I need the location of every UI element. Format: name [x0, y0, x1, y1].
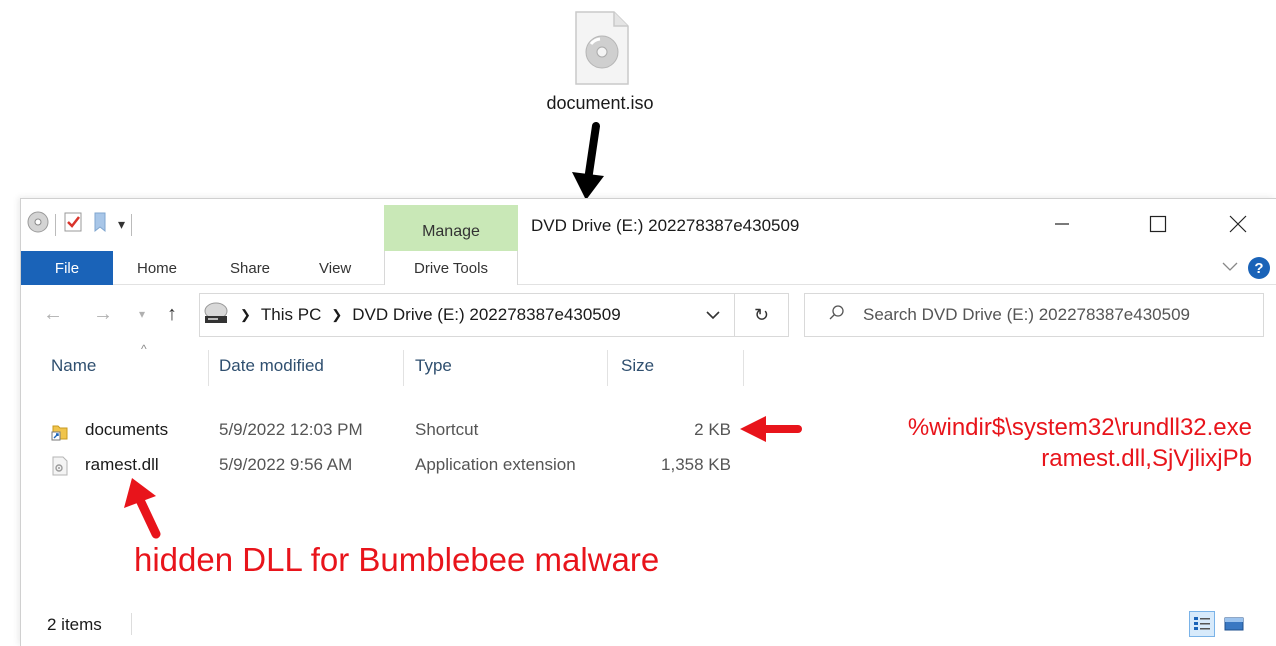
- large-icons-view-icon[interactable]: [1221, 611, 1247, 637]
- status-bar: 2 items: [21, 611, 1276, 646]
- close-button[interactable]: [1215, 209, 1261, 239]
- file-date: 5/9/2022 12:03 PM: [219, 420, 363, 439]
- file-size: 1,358 KB: [661, 455, 731, 474]
- file-type: Application extension: [415, 455, 576, 474]
- expand-ribbon-icon[interactable]: [1222, 259, 1238, 277]
- column-name[interactable]: Name: [51, 356, 96, 376]
- breadcrumb-separator-icon: ❯: [331, 307, 343, 322]
- maximize-button[interactable]: [1135, 209, 1181, 239]
- dvd-drive-icon[interactable]: [27, 211, 49, 238]
- tab-file[interactable]: File: [21, 251, 113, 285]
- minimize-button[interactable]: [1039, 209, 1085, 239]
- dvd-rom-icon: [202, 299, 230, 332]
- shortcut-icon: [51, 421, 69, 441]
- details-view-icon[interactable]: [1189, 611, 1215, 637]
- dll-annotation: hidden DLL for Bumblebee malware: [134, 541, 660, 578]
- file-date: 5/9/2022 9:56 AM: [219, 455, 353, 474]
- search-icon: [829, 304, 845, 326]
- annotation-line: ramest.dll,SjVjlixjPb: [1041, 445, 1252, 472]
- forward-arrow-icon[interactable]: →: [93, 303, 113, 326]
- customize-toolbar-icon[interactable]: ▾: [118, 216, 125, 233]
- iso-file-icon[interactable]: [570, 10, 632, 86]
- refresh-button[interactable]: ↻: [735, 293, 789, 337]
- window-title: DVD Drive (E:) 202278387e430509: [531, 216, 800, 235]
- column-date-modified[interactable]: Date modified: [219, 356, 324, 376]
- tab-share[interactable]: Share: [230, 251, 270, 285]
- iso-file-label[interactable]: document.iso: [520, 93, 680, 114]
- back-arrow-icon[interactable]: ←: [43, 303, 63, 326]
- file-row-documents[interactable]: documents 5/9/2022 12:03 PM Shortcut 2 K…: [21, 416, 751, 444]
- file-name[interactable]: documents: [85, 420, 168, 440]
- breadcrumb-this-pc[interactable]: This PC: [261, 305, 321, 325]
- red-arrow-left-icon: [738, 414, 802, 449]
- navigation-bar: ← → ▾ ↑ ❯ This PC ❯ DVD Drive (E:) 20227…: [21, 293, 1276, 337]
- help-icon[interactable]: ?: [1248, 257, 1270, 279]
- dll-file-icon: [51, 456, 69, 476]
- breadcrumb-separator-icon: ❯: [240, 307, 251, 322]
- red-arrow-up-icon: [120, 476, 170, 545]
- black-arrow-icon: [566, 122, 610, 209]
- column-divider[interactable]: [607, 350, 608, 386]
- up-arrow-icon[interactable]: ↑: [167, 303, 177, 326]
- tab-manage[interactable]: Manage: [384, 205, 518, 251]
- ribbon-controls: ?: [1222, 257, 1270, 279]
- toolbar-separator: [131, 213, 133, 236]
- item-count: 2 items: [47, 615, 102, 634]
- column-divider[interactable]: [208, 350, 209, 386]
- properties-icon[interactable]: [62, 211, 84, 238]
- file-name[interactable]: ramest.dll: [85, 455, 159, 475]
- file-type: Shortcut: [415, 420, 479, 439]
- search-box[interactable]: Search DVD Drive (E:) 202278387e430509: [804, 293, 1264, 337]
- column-divider[interactable]: [403, 350, 404, 386]
- tab-view[interactable]: View: [319, 251, 351, 285]
- column-headers: ^ Name Date modified Type Size: [21, 342, 1276, 388]
- recent-locations-icon[interactable]: ▾: [139, 307, 145, 321]
- sort-ascending-icon: ^: [141, 342, 147, 356]
- annotation-line: %windir$\system32\rundll32.exe: [907, 414, 1252, 441]
- new-folder-icon[interactable]: [90, 211, 112, 238]
- status-divider: [131, 613, 132, 635]
- shortcut-target-annotation: %windir$\system32\rundll32.exe ramest.dl…: [908, 412, 1252, 474]
- toolbar-separator: [55, 213, 56, 236]
- tab-drive-tools[interactable]: Drive Tools: [384, 251, 518, 285]
- address-dropdown-icon[interactable]: [706, 307, 720, 323]
- title-bar: ▾ Manage DVD Drive (E:) 202278387e430509: [21, 199, 1276, 251]
- address-bar[interactable]: ❯ This PC ❯ DVD Drive (E:) 202278387e430…: [199, 293, 735, 337]
- column-type[interactable]: Type: [415, 356, 452, 376]
- quick-access-toolbar: ▾: [27, 211, 133, 238]
- column-size[interactable]: Size: [621, 356, 654, 376]
- file-size: 2 KB: [694, 420, 731, 439]
- column-divider[interactable]: [743, 350, 744, 386]
- ribbon-tabs: File Home Share View Drive Tools ?: [21, 251, 1276, 285]
- tab-home[interactable]: Home: [137, 251, 177, 285]
- search-placeholder: Search DVD Drive (E:) 202278387e430509: [863, 305, 1190, 324]
- file-row-ramest-dll[interactable]: ramest.dll 5/9/2022 9:56 AM Application …: [21, 451, 751, 479]
- breadcrumb-dvd-drive[interactable]: DVD Drive (E:) 202278387e430509: [352, 305, 620, 325]
